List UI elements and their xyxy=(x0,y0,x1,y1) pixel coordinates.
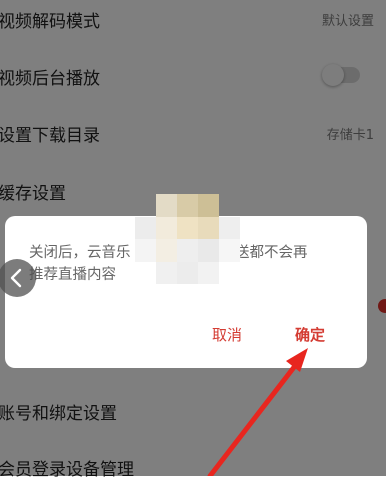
red-arrow-annotation xyxy=(207,348,308,476)
